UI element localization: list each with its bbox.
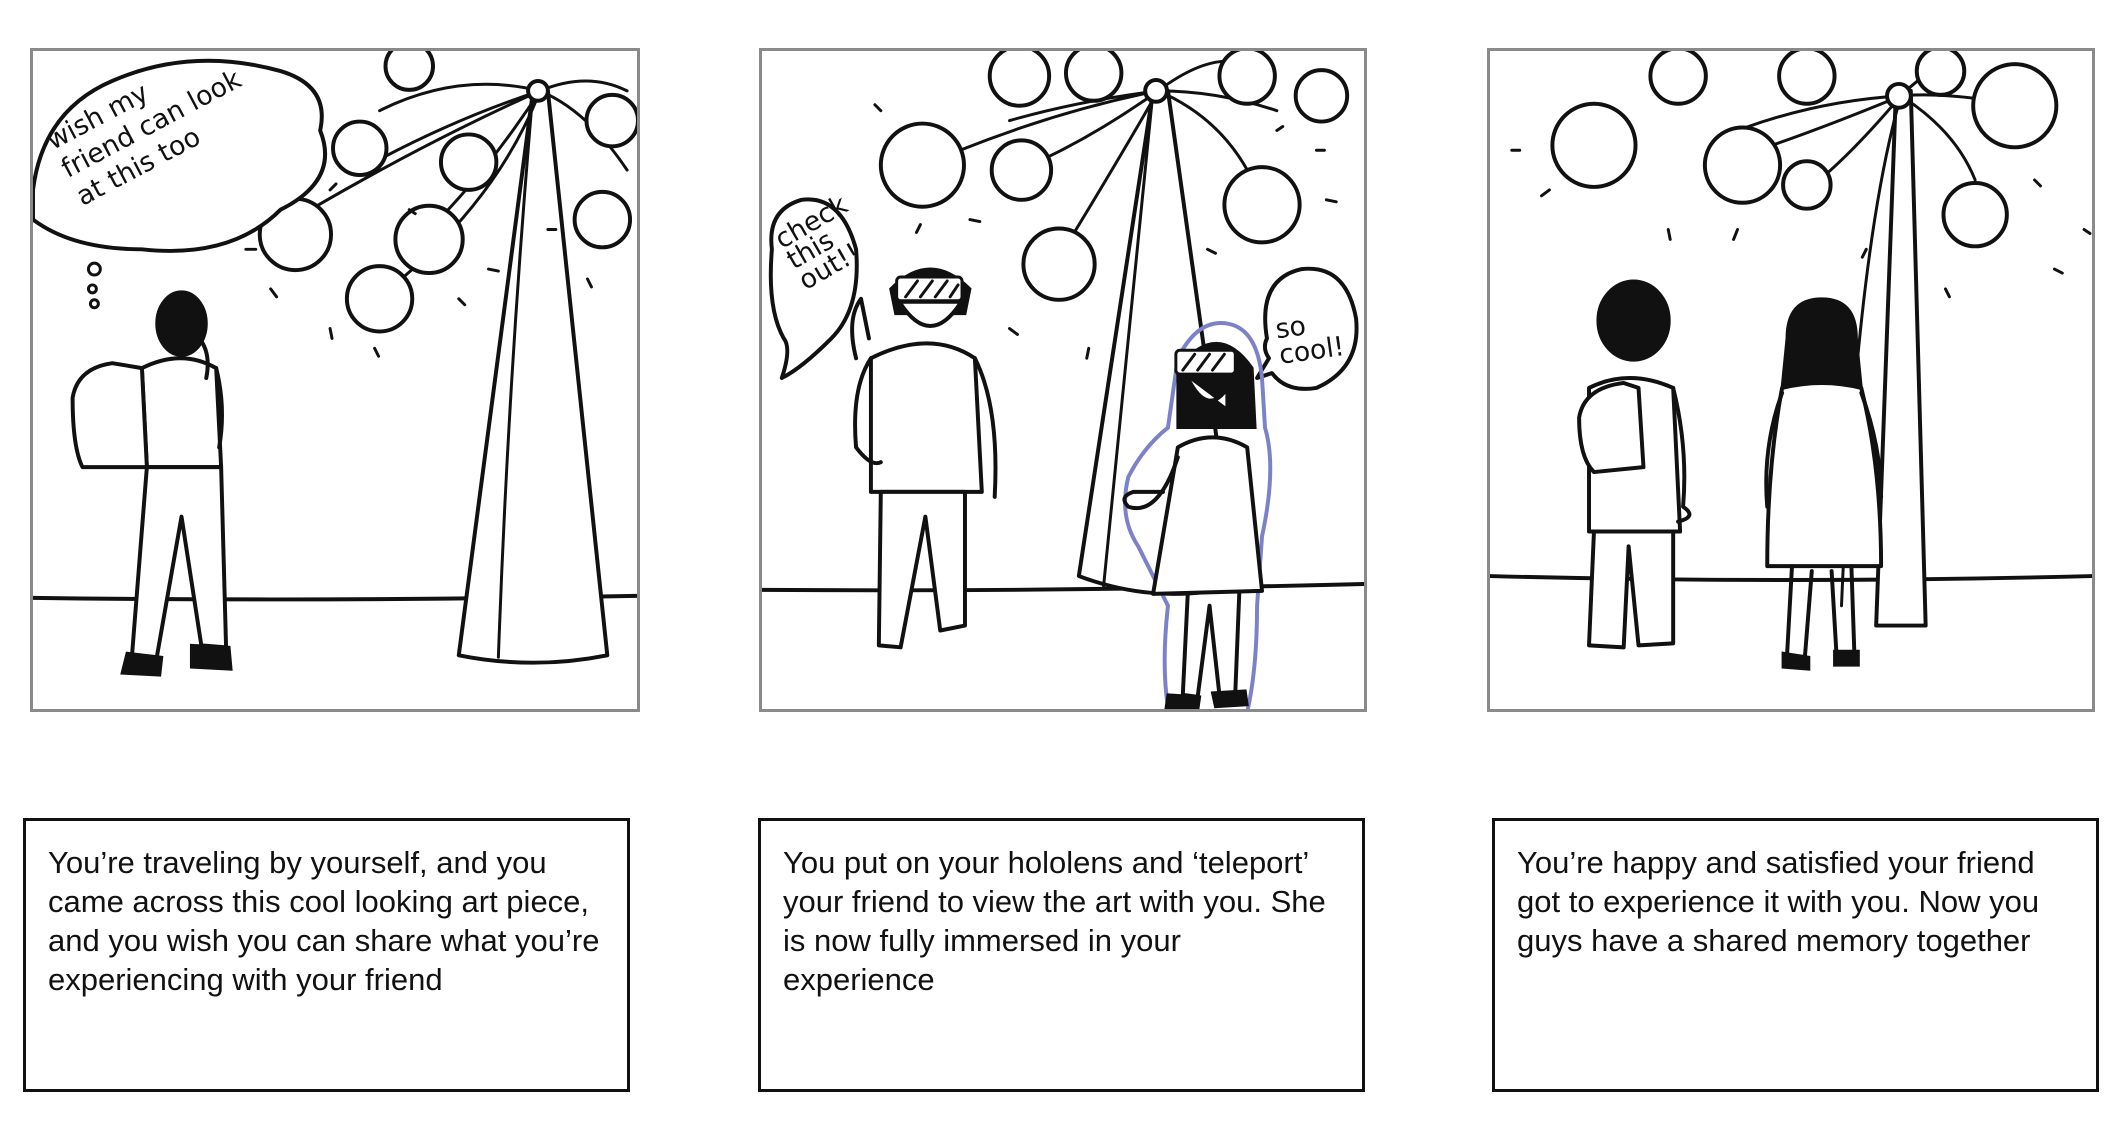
ground-line	[762, 581, 1364, 593]
backpack	[1577, 380, 1646, 475]
friend-shoes	[1781, 649, 1860, 671]
caption-text-2: You put on your hololens and ‘teleport’ …	[783, 845, 1326, 997]
sphere	[1914, 51, 1967, 97]
friend-hair	[1780, 297, 1863, 390]
friend-headset-icon	[1174, 348, 1237, 376]
sculpture-hub	[526, 78, 550, 103]
panel-1-illustration: wish myfriend can lookat this too	[33, 51, 637, 677]
speech-bubble-right	[1255, 266, 1359, 391]
sphere	[1021, 226, 1097, 302]
sphere	[1648, 51, 1708, 106]
panel-3-illustration	[1490, 51, 2092, 671]
sphere	[1217, 51, 1277, 106]
person-face	[898, 302, 962, 328]
sphere	[1781, 159, 1833, 211]
traveler-torso	[139, 356, 224, 470]
sphere	[383, 51, 435, 92]
sphere	[1293, 68, 1350, 124]
storyboard-panel-1: wish myfriend can lookat this too	[30, 48, 640, 712]
panel-2-illustration: checkthisout!! socool!	[762, 51, 1364, 709]
sphere	[1222, 165, 1302, 245]
person-head	[1596, 279, 1671, 362]
sphere	[1550, 101, 1638, 189]
friend-dress	[1765, 381, 1884, 569]
traveler-head	[155, 290, 208, 357]
person-torso	[868, 341, 984, 494]
sphere	[331, 119, 389, 178]
sphere	[393, 203, 465, 276]
caption-text-3: You’re happy and satisfied your friend g…	[1517, 845, 2040, 958]
sphere	[1777, 51, 1837, 106]
sphere	[1702, 125, 1783, 205]
storyboard-panel-2: checkthisout!! socool!	[759, 48, 1367, 712]
caption-box-1: You’re traveling by yourself, and you ca…	[23, 818, 630, 1092]
storyboard-panel-3	[1487, 48, 2095, 712]
sphere	[344, 264, 415, 334]
person-legs	[876, 489, 967, 650]
caption-text-1: You’re traveling by yourself, and you ca…	[48, 845, 600, 997]
sphere	[438, 132, 499, 192]
sphere	[878, 121, 966, 209]
caption-box-3: You’re happy and satisfied your friend g…	[1492, 818, 2099, 1092]
sphere	[1971, 62, 2059, 150]
backpack	[70, 361, 149, 470]
traveler-legs	[130, 465, 229, 660]
sphere	[572, 189, 633, 250]
sphere	[584, 92, 637, 149]
person-legs	[1587, 529, 1676, 650]
sculpture-hub	[1885, 81, 1913, 110]
sphere	[989, 138, 1054, 202]
caption-box-2: You put on your hololens and ‘teleport’ …	[758, 818, 1365, 1092]
sphere	[987, 51, 1052, 108]
sculpture-hub	[1143, 78, 1169, 104]
sphere	[1063, 51, 1124, 103]
sphere	[1941, 180, 2009, 249]
friend-shoes	[1164, 689, 1249, 709]
